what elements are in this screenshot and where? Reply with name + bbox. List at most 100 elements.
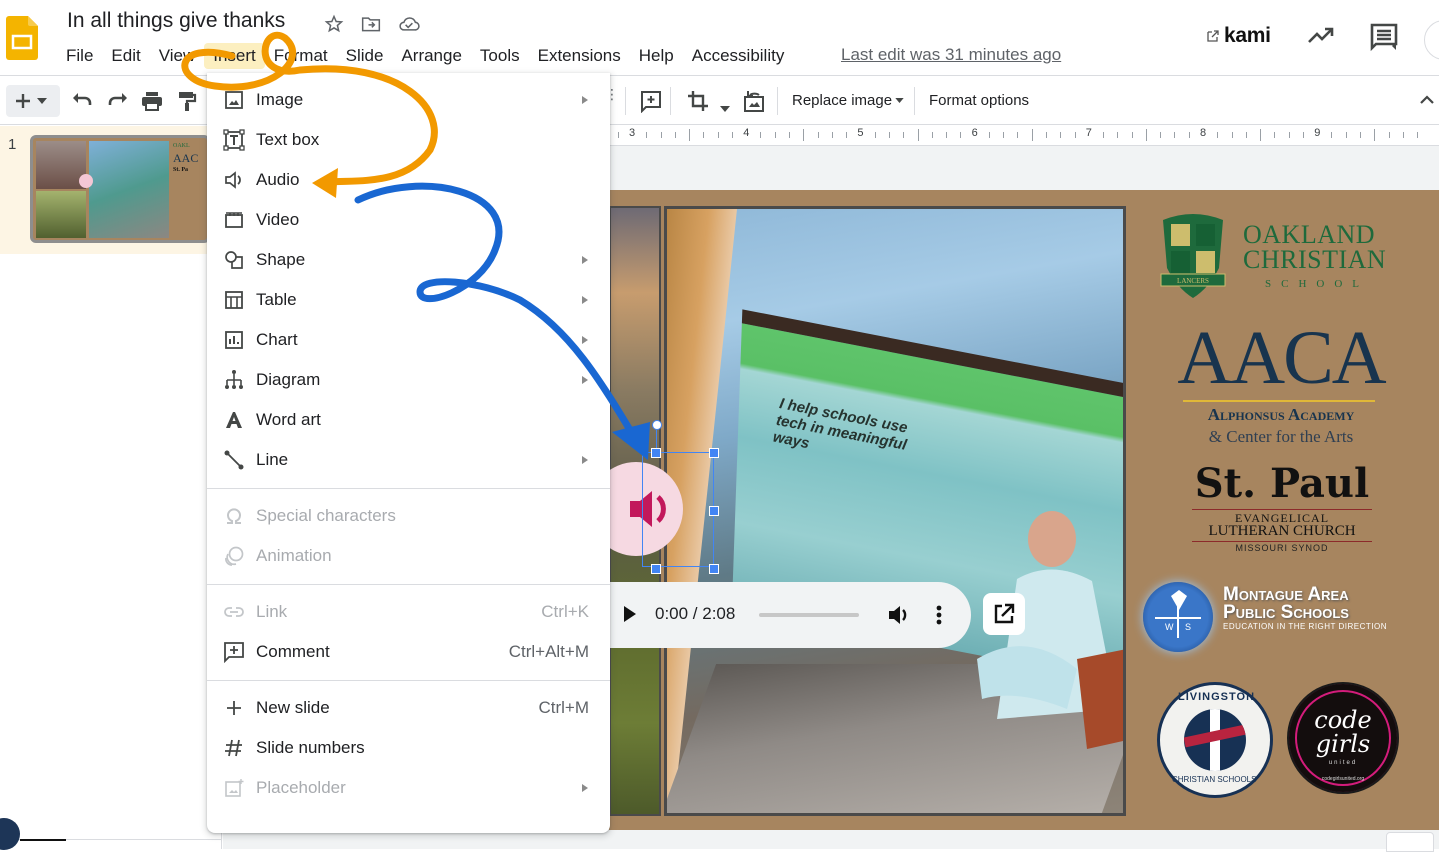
ruler-tick: [1374, 129, 1376, 141]
menu-item-shortcut: Ctrl+Alt+M: [508, 642, 589, 661]
menu-item-comment[interactable]: Comment Ctrl+Alt+M: [207, 632, 610, 672]
kami-extension-button[interactable]: kami: [1206, 24, 1271, 48]
collapse-toolbar-icon[interactable]: [1418, 91, 1436, 109]
play-icon[interactable]: [623, 605, 637, 623]
new-slide-button[interactable]: [6, 85, 60, 117]
ruler-tick: [1302, 132, 1304, 138]
slide[interactable]: I help schools use tech in meaningful wa…: [609, 190, 1439, 830]
ruler-tick: [1003, 132, 1005, 138]
open-in-new-button[interactable]: [983, 593, 1025, 635]
undo-icon[interactable]: [70, 89, 94, 113]
menu-extensions[interactable]: Extensions: [529, 43, 630, 69]
menu-item-chart[interactable]: Chart: [207, 320, 610, 360]
slide-thumbnail-row[interactable]: 1 OAKL AAC St. Pa: [0, 126, 222, 254]
replace-image-button[interactable]: Replace image: [792, 92, 904, 109]
menu-view[interactable]: View: [150, 43, 205, 69]
resize-handle-top-right[interactable]: [709, 448, 719, 458]
menu-arrange[interactable]: Arrange: [392, 43, 470, 69]
volume-icon[interactable]: [887, 603, 911, 627]
text-box-icon: [223, 129, 245, 151]
animation-icon: [223, 545, 245, 567]
ruler-tick: [1245, 132, 1247, 138]
placeholder-icon: [223, 777, 245, 799]
activity-trend-icon[interactable]: [1306, 24, 1336, 48]
menu-item-slide-numbers[interactable]: Slide numbers: [207, 728, 610, 768]
chevron-down-icon[interactable]: [37, 98, 47, 104]
crop-options-chevron-icon[interactable]: [720, 99, 730, 117]
shape-icon: [223, 249, 245, 271]
menu-item-text-box[interactable]: Text box: [207, 120, 610, 160]
menu-item-diagram[interactable]: Diagram: [207, 360, 610, 400]
menu-item-audio[interactable]: Audio: [207, 160, 610, 200]
menu-tools[interactable]: Tools: [471, 43, 529, 69]
ruler-tick: [1131, 132, 1133, 138]
hash-icon: [223, 737, 245, 759]
resize-handle-top[interactable]: [651, 448, 661, 458]
menu-item-label: Comment: [256, 642, 330, 661]
cloud-saved-icon[interactable]: [397, 12, 421, 36]
speaker-notes-toggle[interactable]: [1386, 832, 1434, 852]
reset-image-icon[interactable]: [742, 89, 766, 113]
ruler-tick: [946, 132, 948, 138]
menu-edit[interactable]: Edit: [102, 43, 149, 69]
menu-insert[interactable]: Insert: [204, 43, 265, 69]
ruler-tick: [1117, 132, 1119, 138]
redo-icon[interactable]: [106, 89, 130, 113]
slide-filmstrip: 1 OAKL AAC St. Pa: [0, 126, 222, 849]
omega-icon: [223, 505, 245, 527]
document-title[interactable]: In all things give thanks: [67, 9, 285, 33]
ruler-tick: [1231, 132, 1233, 138]
word-art-icon: [223, 409, 245, 431]
add-comment-icon[interactable]: [639, 89, 663, 114]
player-more-icon[interactable]: [931, 603, 947, 627]
slides-logo-icon[interactable]: [6, 16, 38, 60]
slide-thumbnail[interactable]: OAKL AAC St. Pa: [30, 135, 210, 243]
ruler-number: 6: [971, 127, 978, 139]
menu-file[interactable]: File: [57, 43, 102, 69]
menu-item-new-slide[interactable]: New slide Ctrl+M: [207, 688, 610, 728]
format-options-button[interactable]: Format options: [929, 92, 1029, 109]
menu-format[interactable]: Format: [265, 43, 337, 69]
ruler-tick: [1417, 132, 1419, 138]
menu-item-line[interactable]: Line: [207, 440, 610, 480]
ruler-tick: [774, 132, 776, 138]
print-icon[interactable]: [140, 89, 164, 113]
menu-item-video[interactable]: Video: [207, 200, 610, 240]
slide-number: 1: [8, 136, 17, 153]
ruler-tick: [846, 132, 848, 138]
last-edit-link[interactable]: Last edit was 31 minutes ago: [841, 45, 1061, 65]
move-to-folder-icon[interactable]: [359, 12, 383, 36]
replace-image-label: Replace image: [792, 92, 893, 109]
aaca-tagline: & Center for the Arts: [1208, 427, 1354, 446]
menu-item-label: Shape: [256, 250, 306, 269]
oakland-name: OAKLAND CHRISTIAN: [1243, 222, 1386, 273]
star-icon[interactable]: [322, 12, 346, 36]
menu-item-shortcut: Ctrl+K: [541, 602, 589, 621]
menu-item-table[interactable]: Table: [207, 280, 610, 320]
rotate-handle[interactable]: [652, 420, 662, 430]
ruler-tick: [717, 132, 719, 138]
photo-laptop[interactable]: I help schools use tech in meaningful wa…: [664, 206, 1126, 816]
resize-handle-right[interactable]: [709, 506, 719, 516]
aaca-subtitle: Alphonsus Academy: [1207, 405, 1355, 424]
ruler-tick: [660, 132, 662, 138]
menu-slide[interactable]: Slide: [337, 43, 393, 69]
player-progress-track[interactable]: [759, 613, 859, 617]
ruler-tick: [1260, 129, 1262, 141]
resize-handle-bottom[interactable]: [651, 564, 661, 574]
menu-item-shape[interactable]: Shape: [207, 240, 610, 280]
toolbar-divider: [625, 87, 626, 115]
menu-item-label: Animation: [256, 546, 332, 565]
resize-handle-bottom-right[interactable]: [709, 564, 719, 574]
paint-format-icon[interactable]: [175, 89, 199, 113]
ruler-tick: [903, 132, 905, 138]
menu-item-word-art[interactable]: Word art: [207, 400, 610, 440]
line-icon: [223, 449, 245, 471]
menu-item-image[interactable]: Image: [207, 80, 610, 120]
comments-icon[interactable]: [1368, 22, 1400, 52]
logo-montague: WS Montague Area Public Schools EDUCATIO…: [1139, 578, 1429, 658]
menu-accessibility[interactable]: Accessibility: [683, 43, 794, 69]
crop-icon[interactable]: [686, 89, 710, 113]
menu-help[interactable]: Help: [630, 43, 683, 69]
share-or-avatar-button[interactable]: [1424, 20, 1439, 60]
